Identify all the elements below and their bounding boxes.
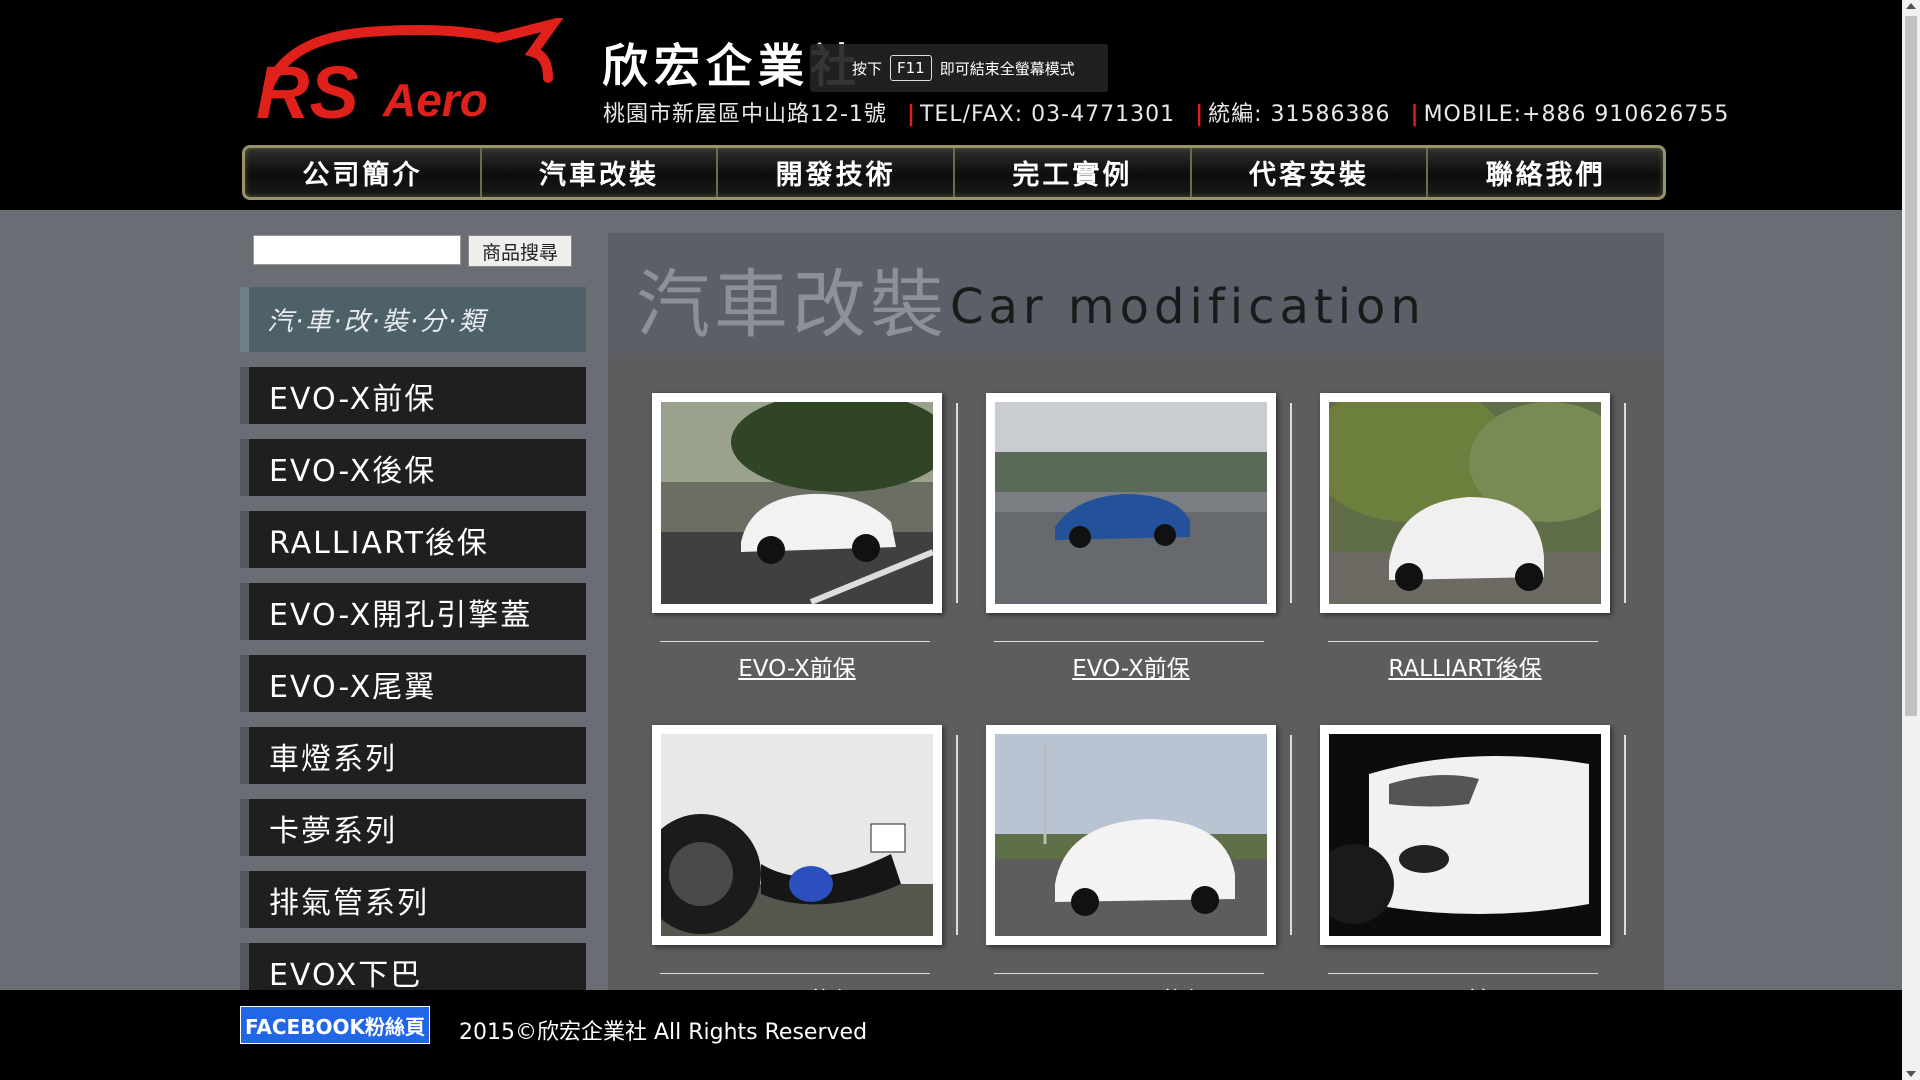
car-photo-icon bbox=[1314, 734, 1601, 936]
category-item-evox-rear-bumper[interactable]: EVO-X後保 bbox=[240, 439, 586, 496]
category-item-evox-front-bumper[interactable]: EVO-X前保 bbox=[240, 367, 586, 424]
copyright-text: 2015©欣宏企業社 All Rights Reserved bbox=[459, 1020, 868, 1045]
car-photo-icon bbox=[641, 734, 933, 936]
category-item-carbon[interactable]: 卡夢系列 bbox=[240, 799, 586, 856]
product-card: EVO-X前保 bbox=[986, 393, 1292, 682]
tip-text-before: 按下 bbox=[852, 59, 883, 78]
product-card: EVO-X前保 bbox=[652, 392, 958, 682]
divider bbox=[1290, 403, 1292, 603]
category-item-exhaust[interactable]: 排氣管系列 bbox=[240, 871, 586, 928]
product-image-frame[interactable] bbox=[1314, 725, 1610, 945]
product-card: RALLIART後保 bbox=[1309, 382, 1629, 682]
divider bbox=[1328, 641, 1598, 642]
car-photo-icon bbox=[1309, 382, 1629, 604]
product-image-frame[interactable] bbox=[652, 392, 951, 613]
car-photo-icon bbox=[661, 392, 951, 605]
product-image-frame[interactable] bbox=[1309, 382, 1629, 613]
nav-item-installation[interactable]: 代客安裝 bbox=[1192, 148, 1429, 197]
divider bbox=[660, 973, 930, 974]
divider bbox=[1328, 973, 1598, 974]
separator: | bbox=[1195, 102, 1205, 127]
divider bbox=[1624, 735, 1626, 935]
scroll-up-arrow-icon[interactable] bbox=[1906, 3, 1916, 9]
car-photo-icon bbox=[995, 734, 1267, 936]
nav-item-contact[interactable]: 聯絡我們 bbox=[1428, 148, 1663, 197]
product-card: EVO-X前下巴 bbox=[1314, 725, 1626, 1014]
main-nav: 公司簡介 汽車改裝 開發技術 完工實例 代客安裝 聯絡我們 bbox=[242, 145, 1666, 200]
contact-line: 桃園市新屋區中山路12-1號 | TEL/FAX: 03-4771301 | 統編:… bbox=[603, 96, 1729, 128]
tip-text-after: 即可結束全螢幕模式 bbox=[939, 59, 1075, 78]
product-image-frame[interactable] bbox=[986, 725, 1276, 945]
divider bbox=[660, 641, 930, 642]
section-title-en: Car modification bbox=[950, 279, 1426, 335]
fullscreen-tip: 按下 F11 即可結束全螢幕模式 bbox=[810, 44, 1108, 92]
divider bbox=[1624, 403, 1626, 603]
product-card: RALLIART後保 bbox=[986, 725, 1292, 1014]
search-button[interactable]: 商品搜尋 bbox=[468, 235, 572, 267]
product-image-frame[interactable] bbox=[986, 393, 1276, 613]
main-panel: 汽車改裝 Car modification EVO-X前保 EVO-X前保 RA… bbox=[608, 233, 1664, 1014]
tel-text: TEL/FAX: 03-4771301 bbox=[919, 102, 1176, 127]
svg-text:RS: RS bbox=[256, 51, 359, 128]
facebook-button[interactable]: FACEBOOK粉絲頁 bbox=[240, 1006, 430, 1044]
product-card: EVO-X後保 bbox=[641, 725, 958, 1014]
divider bbox=[994, 641, 1264, 642]
category-item-evox-vented-hood[interactable]: EVO-X開孔引擎蓋 bbox=[240, 583, 586, 640]
scroll-down-arrow-icon[interactable] bbox=[1906, 1071, 1916, 1077]
scroll-thumb[interactable] bbox=[1905, 16, 1917, 716]
divider bbox=[956, 735, 958, 935]
section-title-zh: 汽車改裝 bbox=[636, 262, 948, 348]
rs-aero-logo[interactable]: RS Aero bbox=[248, 18, 593, 128]
separator: | bbox=[906, 102, 916, 127]
category-item-evox-spoiler[interactable]: EVO-X尾翼 bbox=[240, 655, 586, 712]
section-title: 汽車改裝 Car modification bbox=[608, 233, 1664, 353]
divider bbox=[994, 973, 1264, 974]
address-text: 桃園市新屋區中山路12-1號 bbox=[603, 102, 887, 127]
f11-key: F11 bbox=[890, 55, 932, 81]
nav-item-car-modification[interactable]: 汽車改裝 bbox=[482, 148, 719, 197]
tax-id-text: 統編: 31586386 bbox=[1208, 102, 1391, 127]
category-list: EVO-X前保 EVO-X後保 RALLIART後保 EVO-X開孔引擎蓋 EV… bbox=[240, 367, 586, 1015]
car-photo-icon bbox=[995, 402, 1267, 604]
divider bbox=[1290, 735, 1292, 935]
category-item-ralliart-rear-bumper[interactable]: RALLIART後保 bbox=[240, 511, 586, 568]
mobile-text: MOBILE:+886 910626755 bbox=[1423, 102, 1730, 127]
search-input[interactable] bbox=[253, 235, 461, 265]
divider bbox=[956, 403, 958, 603]
nav-item-cases[interactable]: 完工實例 bbox=[955, 148, 1192, 197]
svg-text:Aero: Aero bbox=[382, 74, 488, 126]
separator: | bbox=[1410, 102, 1420, 127]
product-caption-link[interactable]: RALLIART後保 bbox=[1320, 649, 1610, 683]
site-header: RS Aero 欣宏企業社 桃園市新屋區中山路12-1號 | TEL/FAX: 0… bbox=[0, 0, 1920, 210]
product-image-frame[interactable] bbox=[641, 725, 942, 945]
product-caption-link[interactable]: EVO-X前保 bbox=[652, 649, 942, 683]
vertical-scrollbar[interactable] bbox=[1902, 0, 1920, 1080]
nav-item-about[interactable]: 公司簡介 bbox=[245, 148, 482, 197]
nav-item-development[interactable]: 開發技術 bbox=[718, 148, 956, 197]
category-header: 汽·車·改·裝·分·類 bbox=[240, 287, 586, 352]
category-item-lights[interactable]: 車燈系列 bbox=[240, 727, 586, 784]
product-caption-link[interactable]: EVO-X前保 bbox=[986, 649, 1276, 683]
